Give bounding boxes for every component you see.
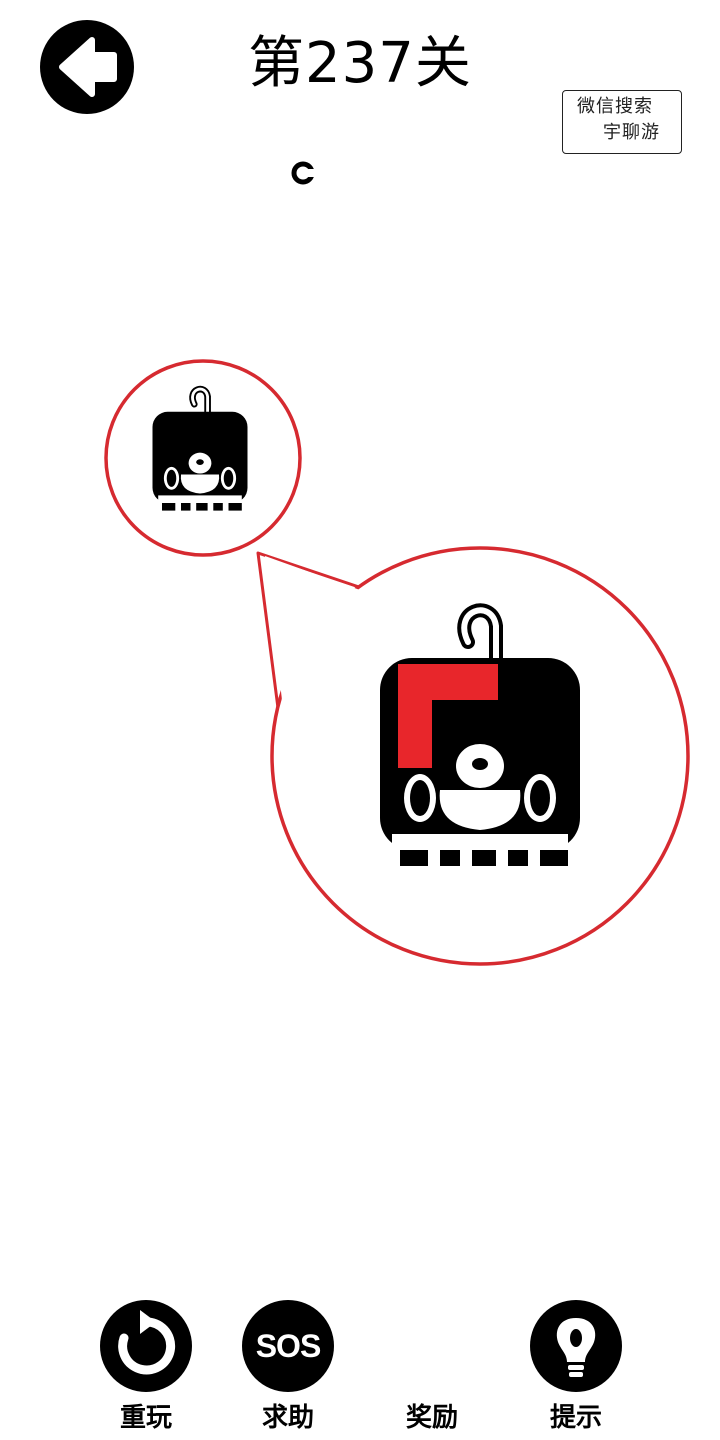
sos-icon-circle: SOS xyxy=(242,1300,334,1392)
bottom-toolbar: 重玩 SOS 求助 奖励 提示 xyxy=(0,1290,720,1440)
reward-label: 奖励 xyxy=(405,1403,458,1433)
reward-button[interactable]: 奖励 xyxy=(372,1300,492,1440)
hint-icon-circle xyxy=(530,1300,622,1392)
lightbulb-icon xyxy=(556,1318,596,1377)
hint-button[interactable]: 提示 xyxy=(516,1300,636,1440)
replay-button[interactable]: 重玩 xyxy=(86,1300,206,1440)
replay-icon-circle xyxy=(100,1300,192,1392)
replay-label: 重玩 xyxy=(119,1403,172,1433)
game-scene[interactable] xyxy=(0,0,720,1000)
sos-button[interactable]: SOS 求助 xyxy=(228,1300,348,1440)
sos-label: 求助 xyxy=(261,1403,314,1433)
target-object[interactable] xyxy=(104,359,302,557)
sos-icon: SOS xyxy=(255,1328,322,1364)
hint-label: 提示 xyxy=(549,1403,602,1433)
zoom-view xyxy=(265,546,690,966)
replay-icon xyxy=(118,1310,176,1375)
